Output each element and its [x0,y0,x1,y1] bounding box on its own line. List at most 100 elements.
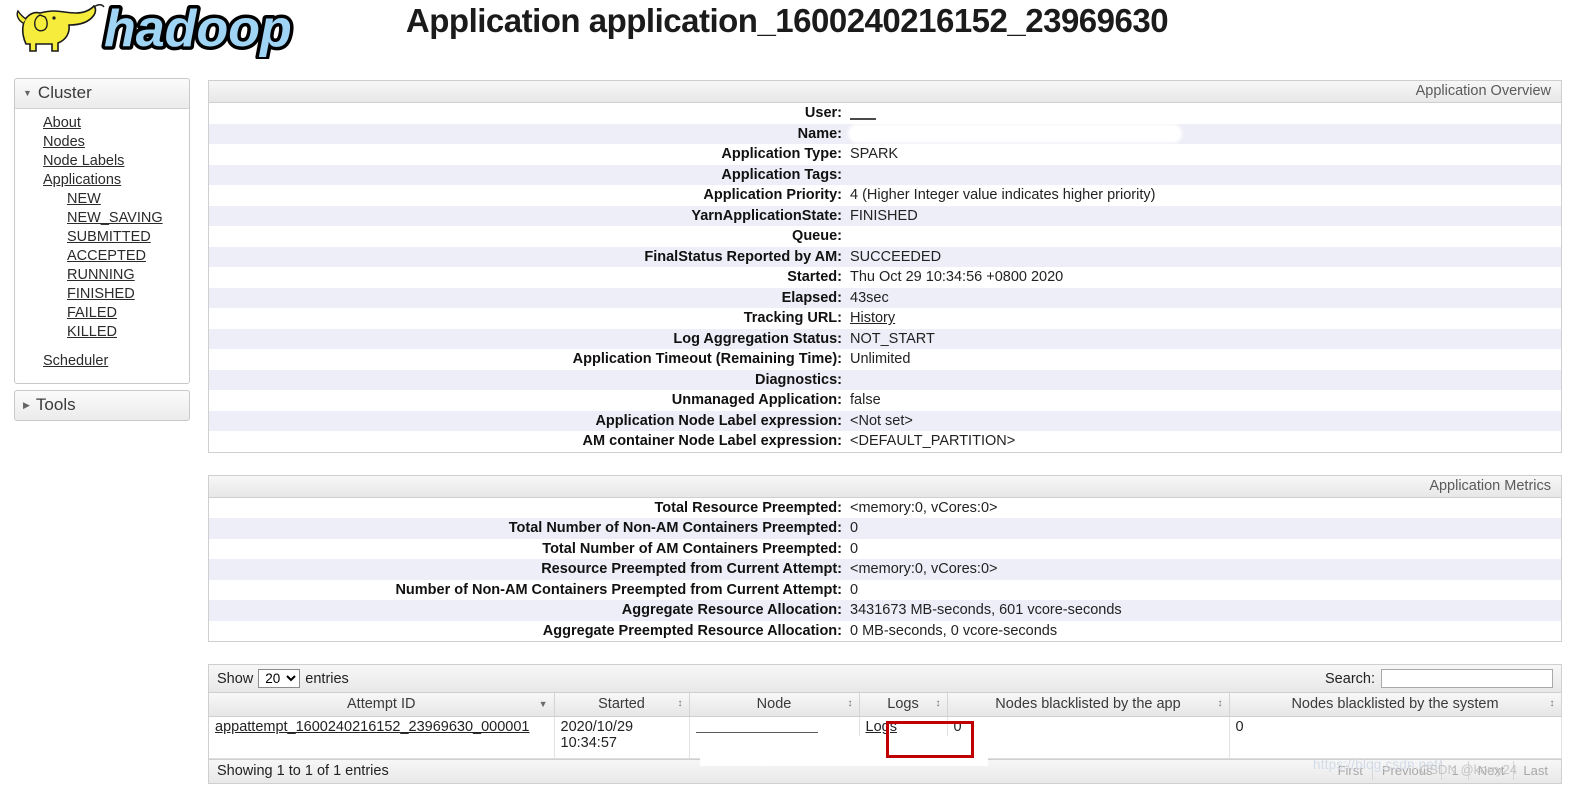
sidebar-item-killed[interactable]: KILLED [15,323,189,342]
row-key: Diagnostics: [754,371,842,388]
column-header-attempt-id[interactable]: Attempt ID ▼ [209,693,555,717]
sidebar-item-failed[interactable]: FAILED [15,304,189,323]
caret-right-icon: ▶ [23,400,30,410]
sidebar-item-about[interactable]: About [15,114,189,133]
sidebar-item-scheduler[interactable]: Scheduler [15,352,189,371]
cell-logs: Logs [859,716,948,759]
table-row: Aggregate Preempted Resource Allocation:… [209,620,1561,641]
column-header-logs[interactable]: Logs ↕ [859,693,948,717]
page-length-control: Show 20 entries [217,669,349,688]
cell-node [689,716,860,759]
sidebar-item-finished[interactable]: FINISHED [15,285,189,304]
pagination-first[interactable]: First [1329,761,1372,780]
application-metrics-table: Total Resource Preempted: <memory:0, vCo… [209,497,1561,641]
table-row: FinalStatus Reported by AM: SUCCEEDED [209,246,1561,267]
column-label: Started [598,696,645,713]
sidebar-item-new-saving[interactable]: NEW_SAVING [15,209,189,228]
row-value [849,103,1561,124]
row-value: Unlimited [850,351,911,368]
table-row: Application Type: SPARK [209,144,1561,165]
table-row: User: [209,103,1561,124]
tracking-url-link[interactable]: History [850,310,895,326]
cluster-nav-body: About Nodes Node Labels Applications NEW… [15,109,189,383]
table-row: Application Timeout (Remaining Time): Un… [209,349,1561,370]
row-key: Application Tags: [721,166,842,183]
column-header-blacklisted-system[interactable]: Nodes blacklisted by the system ↕ [1229,693,1562,717]
row-value: 0 [850,540,859,557]
row-key: YarnApplicationState: [691,207,842,224]
row-value: FINISHED [850,207,918,224]
row-key: Application Priority: [703,187,842,204]
entries-label: entries [305,670,349,687]
search-input[interactable] [1381,669,1553,688]
row-key: User: [804,105,842,122]
row-key: Total Number of AM Containers Preempted: [542,540,842,557]
row-key: Number of Non-AM Containers Preempted fr… [395,581,842,598]
sidebar-item-applications[interactable]: Applications [15,171,189,190]
row-key: Unmanaged Application: [671,392,842,409]
table-row: appattempt_1600240216152_23969630_000001… [209,716,1562,759]
row-key: Queue: [792,228,842,245]
sort-both-icon: ↕ [1217,698,1223,710]
row-key: Aggregate Resource Allocation: [621,602,842,619]
cluster-nav-header[interactable]: ▼ Cluster [15,79,189,109]
sidebar-item-submitted[interactable]: SUBMITTED [15,228,189,247]
search-control: Search: [1325,669,1553,688]
table-row: Elapsed: 43sec [209,287,1561,308]
row-key: Name: [797,125,842,142]
sidebar-item-node-labels[interactable]: Node Labels [15,152,189,171]
row-key: FinalStatus Reported by AM: [644,248,842,265]
row-value [849,226,1561,247]
redacted-name-value [850,126,1180,142]
page-length-select[interactable]: 20 [258,669,301,688]
table-row: Log Aggregation Status: NOT_START [209,328,1561,349]
column-label: Attempt ID [347,696,416,713]
sidebar-item-running[interactable]: RUNNING [15,266,189,285]
row-value: 3431673 MB-seconds, 601 vcore-seconds [850,602,1122,619]
table-header-row: Attempt ID ▼ Started ↕ Node ↕ Logs ↕ Nod… [209,693,1562,717]
row-value: 4 (Higher Integer value indicates higher… [850,187,1156,204]
table-row: Name: [209,123,1561,144]
row-value: 0 MB-seconds, 0 vcore-seconds [850,622,1058,639]
attempt-id-link[interactable]: appattempt_1600240216152_23969630_000001 [215,719,529,735]
table-row: Started: Thu Oct 29 10:34:56 +0800 2020 [209,267,1561,288]
sort-both-icon: ↕ [935,698,941,710]
sort-both-icon: ↕ [1549,698,1555,710]
tools-nav-header[interactable]: ▶ Tools [14,390,190,421]
table-row: Tracking URL: History [209,308,1561,329]
row-value [849,370,1561,391]
column-header-node[interactable]: Node ↕ [689,693,860,717]
table-row: Application Node Label expression: <Not … [209,410,1561,431]
cell-started: 2020/10/29 10:34:57 [554,716,690,759]
logs-link[interactable]: Logs [866,719,897,735]
sidebar-item-nodes[interactable]: Nodes [15,133,189,152]
column-header-blacklisted-app[interactable]: Nodes blacklisted by the app ↕ [947,693,1230,717]
row-key: Resource Preempted from Current Attempt: [541,561,842,578]
row-value: <Not set> [850,412,913,429]
row-value: <memory:0, vCores:0> [850,499,998,516]
cell-attempt-id: appattempt_1600240216152_23969630_000001 [209,716,555,759]
datatable-footer: Showing 1 to 1 of 1 entries First Previo… [209,758,1561,783]
pagination-previous[interactable]: Previous [1371,760,1442,780]
row-key: AM container Node Label expression: [582,433,842,450]
sidebar-item-new[interactable]: NEW [15,190,189,209]
row-key: Tracking URL: [743,310,842,327]
table-row: Total Number of AM Containers Preempted:… [209,538,1561,559]
row-key: Application Node Label expression: [595,412,842,429]
row-value: NOT_START [850,330,935,347]
column-label: Nodes blacklisted by the system [1291,696,1499,713]
table-row: Number of Non-AM Containers Preempted fr… [209,579,1561,600]
attempts-table: Attempt ID ▼ Started ↕ Node ↕ Logs ↕ Nod… [209,693,1562,759]
application-overview-table: User: Name: Application Type: SPARK Appl… [209,103,1561,452]
sort-both-icon: ↕ [677,698,683,710]
sort-desc-icon: ▼ [538,699,548,710]
redacted-node-value [695,721,818,733]
pagination-next[interactable]: Next [1467,760,1514,780]
sidebar-item-accepted[interactable]: ACCEPTED [15,247,189,266]
pagination-page-1[interactable]: 1 [1441,760,1467,780]
application-overview-panel: Application Overview User: Name: Applica… [208,80,1562,453]
pagination-last[interactable]: Last [1513,760,1557,780]
column-header-started[interactable]: Started ↕ [554,693,690,717]
row-key: Started: [787,269,842,286]
